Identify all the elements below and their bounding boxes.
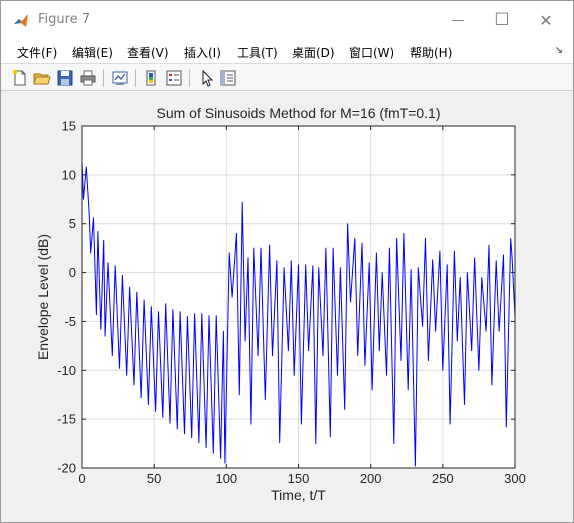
y-tick-label: 15 [62, 119, 76, 134]
y-tick-label: -15 [57, 412, 76, 427]
menu-bar: 文件(F) 编辑(E) 查看(V) 插入(I) 工具(T) 桌面(D) 窗口(W… [1, 39, 573, 63]
y-tick-label: 5 [69, 216, 76, 231]
figure-canvas: 0 50 100 150 200 250 300 -20 -15 -10 -5 0 5 10 15 Sum … [1, 92, 573, 522]
x-tick-label: 150 [288, 471, 310, 486]
menu-view[interactable]: 查看(V) [127, 44, 169, 61]
close-button[interactable]: ✕ [523, 1, 569, 39]
minimize-icon: — [451, 12, 465, 28]
x-tick-label: 250 [432, 471, 454, 486]
maximize-icon: ☐ [494, 10, 510, 30]
x-tick-label: 300 [504, 471, 526, 486]
x-tick-label: 0 [78, 471, 85, 486]
legend-icon[interactable] [164, 68, 184, 88]
y-tick-label: 0 [69, 265, 76, 280]
line-chart: 0 50 100 150 200 250 300 -20 -15 -10 -5 0 5 10 15 Sum … [35, 105, 526, 503]
pointer-icon[interactable] [197, 68, 217, 88]
new-figure-icon[interactable] [10, 68, 30, 88]
minimize-button[interactable]: — [435, 1, 481, 39]
menu-help[interactable]: 帮助(H) [410, 44, 452, 61]
x-tick-label: 50 [147, 471, 161, 486]
figure-toolbar [1, 63, 573, 91]
window-title: Figure 7 [38, 12, 91, 27]
property-inspector-icon[interactable] [218, 68, 238, 88]
save-icon[interactable] [55, 68, 75, 88]
print-icon[interactable] [78, 68, 98, 88]
title-bar: Figure 7 — ☐ ✕ [1, 1, 573, 39]
x-axis-label: Time, t/T [271, 487, 326, 503]
toolbar-separator [103, 69, 104, 87]
menu-overflow-icon[interactable]: ↘ [555, 45, 563, 56]
y-tick-label: -10 [57, 363, 76, 378]
maximize-button[interactable]: ☐ [479, 1, 525, 39]
menu-insert[interactable]: 插入(I) [184, 44, 221, 61]
toolbar-separator [135, 69, 136, 87]
link-plot-icon[interactable] [110, 68, 130, 88]
figure-window: Figure 7 — ☐ ✕ 文件(F) 编辑(E) 查看(V) 插入(I) 工… [0, 0, 574, 523]
y-tick-label: -5 [64, 314, 76, 329]
menu-desktop[interactable]: 桌面(D) [292, 44, 335, 61]
close-icon: ✕ [539, 10, 553, 30]
y-tick-label: -20 [57, 461, 76, 476]
x-tick-label: 100 [215, 471, 237, 486]
menu-window[interactable]: 窗口(W) [349, 44, 394, 61]
open-file-icon[interactable] [32, 68, 52, 88]
colorbar-icon[interactable] [142, 68, 162, 88]
matlab-logo-icon [13, 13, 29, 29]
toolbar-separator [189, 69, 190, 87]
menu-tools[interactable]: 工具(T) [237, 44, 278, 61]
x-tick-label: 200 [360, 471, 382, 486]
y-axis-label: Envelope Level (dB) [35, 234, 51, 360]
chart-title: Sum of Sinusoids Method for M=16 (fmT=0.… [156, 105, 440, 121]
menu-file[interactable]: 文件(F) [17, 44, 57, 61]
menu-edit[interactable]: 编辑(E) [72, 44, 113, 61]
y-tick-label: 10 [62, 167, 76, 182]
